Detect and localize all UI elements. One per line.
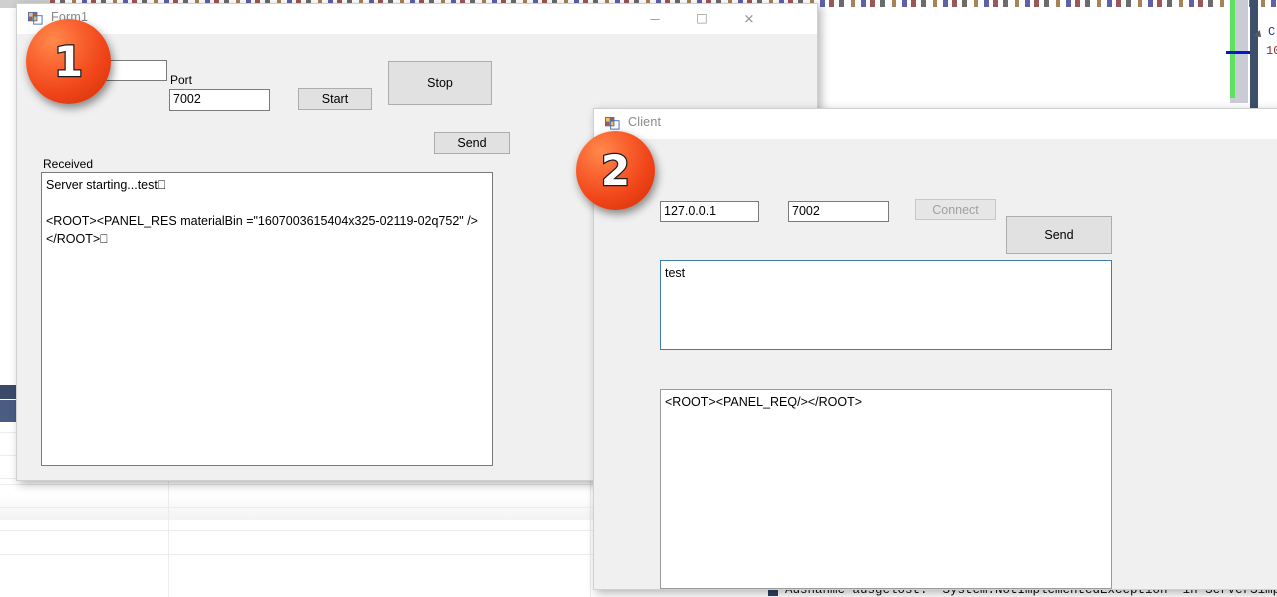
server-titlebar[interactable]: Form1 ─ ☐ ✕ xyxy=(16,3,818,35)
change-marker-icon xyxy=(1230,0,1235,98)
vs-side-label-2: 10 xyxy=(1266,44,1277,58)
client-host-input[interactable]: 127.0.0.1 xyxy=(660,201,759,222)
client-window[interactable]: Client 127.0.0.1 7002 Connect Send test … xyxy=(593,108,1277,590)
minimize-icon: ─ xyxy=(650,11,660,26)
callout-badge-2: 2 xyxy=(576,131,655,210)
callout-badge-1-number: 1 xyxy=(53,36,85,86)
caret-position-marker xyxy=(1226,51,1252,54)
callout-badge-1: 1 xyxy=(26,19,111,104)
server-port-input[interactable]: 7002 xyxy=(169,89,270,111)
screen-root: C 10 Ausnahme ausgelöst: "System.NotImpl… xyxy=(0,0,1277,597)
client-client-area: 127.0.0.1 7002 Connect Send test <ROOT><… xyxy=(594,139,1277,589)
client-titlebar[interactable]: Client xyxy=(593,108,1277,140)
client-message-textarea[interactable]: test xyxy=(660,260,1112,350)
callout-badge-2-number: 2 xyxy=(600,145,632,195)
winforms-app-icon xyxy=(605,116,620,131)
collapse-triangle-icon[interactable] xyxy=(1254,30,1264,40)
client-port-input[interactable]: 7002 xyxy=(788,201,889,222)
received-textarea[interactable]: Server starting...test⎕ <ROOT><PANEL_RES… xyxy=(41,172,493,466)
close-button[interactable]: ✕ xyxy=(726,3,772,34)
received-label: Received xyxy=(43,157,94,171)
vs-side-label-1: C xyxy=(1268,25,1276,39)
close-icon: ✕ xyxy=(743,11,755,26)
vs-right-gutter: C 10 xyxy=(1254,25,1277,75)
maximize-button[interactable]: ☐ xyxy=(679,3,725,34)
maximize-icon: ☐ xyxy=(696,11,708,26)
server-send-button[interactable]: Send xyxy=(434,132,510,154)
connect-button[interactable]: Connect xyxy=(915,199,996,220)
editor-scrollbar[interactable] xyxy=(1222,0,1258,110)
minimize-button[interactable]: ─ xyxy=(632,3,678,34)
stop-button[interactable]: Stop xyxy=(388,61,492,105)
start-button[interactable]: Start xyxy=(298,88,372,110)
client-window-title: Client xyxy=(628,115,662,129)
server-port-label: Port xyxy=(170,73,193,87)
winforms-app-icon xyxy=(28,11,43,26)
client-response-textarea[interactable]: <ROOT><PANEL_REQ/></ROOT> xyxy=(660,389,1112,589)
client-send-button[interactable]: Send xyxy=(1006,216,1112,254)
